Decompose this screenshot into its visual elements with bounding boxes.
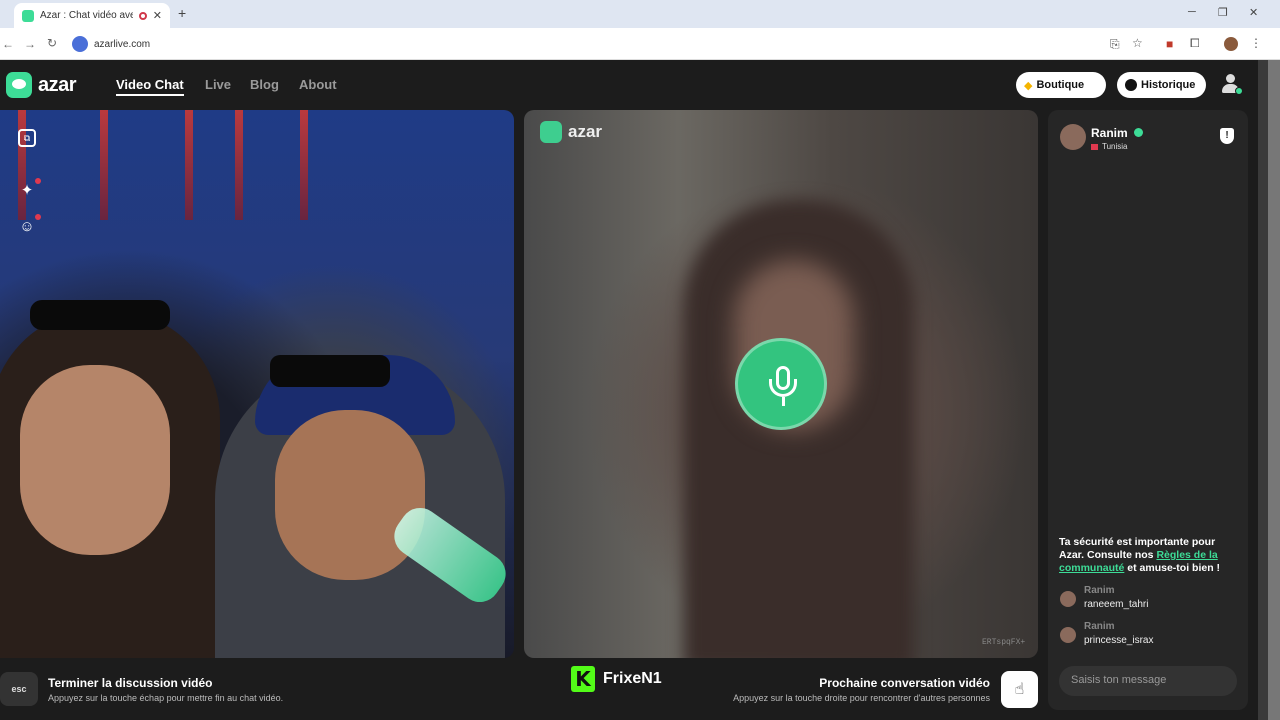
- fullscreen-toggle-icon[interactable]: ⧉: [18, 129, 36, 147]
- report-shield-icon[interactable]: !: [1220, 128, 1234, 144]
- recording-icon: [138, 11, 147, 20]
- tab-title: Azar : Chat vidéo avec de n: [40, 10, 133, 21]
- browser-tab[interactable]: Azar : Chat vidéo avec de n ✕: [14, 3, 170, 28]
- esc-key-button[interactable]: esc: [0, 672, 38, 706]
- end-chat-hint: Appuyez sur la touche échap pour mettre …: [48, 693, 284, 703]
- azar-logo[interactable]: azar: [6, 72, 77, 98]
- streamer-name: FrixeN1: [603, 670, 662, 687]
- chat-message-input[interactable]: Saisis ton message: [1059, 666, 1237, 696]
- extensions-puzzle-icon[interactable]: ⧠: [1190, 36, 1200, 51]
- microphone-button[interactable]: [735, 338, 827, 430]
- video-id-watermark: ERTspqFX+: [982, 638, 1026, 647]
- video-watermark-logo: azar: [540, 121, 602, 143]
- azar-logo-icon: [6, 72, 32, 98]
- azar-logo-icon: [540, 121, 562, 143]
- safety-notice: Ta sécurité est importante pour Azar. Co…: [1059, 536, 1221, 574]
- extension-record-icon[interactable]: ■: [1166, 37, 1173, 51]
- next-chat-button[interactable]: ☝: [1001, 671, 1038, 708]
- reload-button[interactable]: ↻: [47, 36, 57, 50]
- history-button[interactable]: Historique: [1117, 72, 1206, 98]
- bookmark-star-icon[interactable]: ☆: [1132, 36, 1143, 50]
- address-bar-row: [0, 28, 1280, 60]
- browser-profile-avatar[interactable]: [1224, 37, 1238, 51]
- window-close-button[interactable]: ✕: [1249, 6, 1258, 19]
- partner-country: Tunisia: [1091, 142, 1128, 151]
- chat-panel: [1048, 110, 1248, 710]
- nav-about[interactable]: About: [299, 77, 337, 92]
- next-chat-title: Prochaine conversation vidéo: [819, 676, 990, 690]
- partner-avatar[interactable]: [1060, 124, 1086, 150]
- person-sunglasses: [30, 300, 170, 330]
- partner-name: Ranim: [1091, 126, 1128, 140]
- gem-icon: ◆: [1024, 79, 1033, 92]
- back-button[interactable]: ←: [2, 37, 14, 51]
- browser-menu-icon[interactable]: ⋮: [1250, 36, 1262, 50]
- message-avatar: [1060, 591, 1076, 607]
- site-info-icon[interactable]: [72, 36, 88, 52]
- browser-tab-strip: [0, 0, 1280, 28]
- effects-sparkle-icon[interactable]: ✦: [18, 178, 41, 200]
- boutique-button[interactable]: ◆ Boutique: [1016, 72, 1106, 98]
- verified-badge-icon: [1134, 128, 1143, 137]
- clock-icon: [1125, 79, 1137, 91]
- boutique-label: Boutique: [1036, 79, 1085, 91]
- next-chat-hint: Appuyez sur la touche droite pour rencon…: [733, 693, 990, 703]
- streamer-overlay: K FrixeN1: [571, 666, 662, 692]
- kick-logo-icon: K: [571, 666, 595, 692]
- url-field[interactable]: azarlive.com: [72, 33, 150, 55]
- tunisia-flag-icon: [1091, 143, 1098, 150]
- end-chat-title: Terminer la discussion vidéo: [48, 676, 213, 690]
- nav-blog[interactable]: Blog: [250, 77, 279, 92]
- filter-emoji-icon[interactable]: ☺: [18, 214, 41, 236]
- nav-video-chat[interactable]: Video Chat: [116, 77, 184, 96]
- user-profile-icon[interactable]: [1220, 72, 1243, 95]
- forward-button[interactable]: →: [24, 37, 36, 51]
- nav-live[interactable]: Live: [205, 77, 231, 92]
- azar-favicon-icon: [22, 9, 34, 22]
- url-text: azarlive.com: [94, 38, 151, 50]
- tab-close-icon[interactable]: ✕: [153, 9, 162, 22]
- new-tab-button[interactable]: +: [178, 5, 186, 21]
- minimize-button[interactable]: ─: [1188, 6, 1196, 18]
- person-sunglasses-2: [270, 355, 390, 387]
- install-app-icon[interactable]: ⎘: [1110, 37, 1120, 52]
- restore-button[interactable]: ❐: [1218, 6, 1228, 19]
- history-label: Historique: [1141, 79, 1196, 91]
- message-avatar: [1060, 627, 1076, 643]
- background-edge: [1268, 60, 1280, 720]
- page-scrollbar[interactable]: [1258, 60, 1268, 720]
- logo-text: azar: [38, 73, 77, 96]
